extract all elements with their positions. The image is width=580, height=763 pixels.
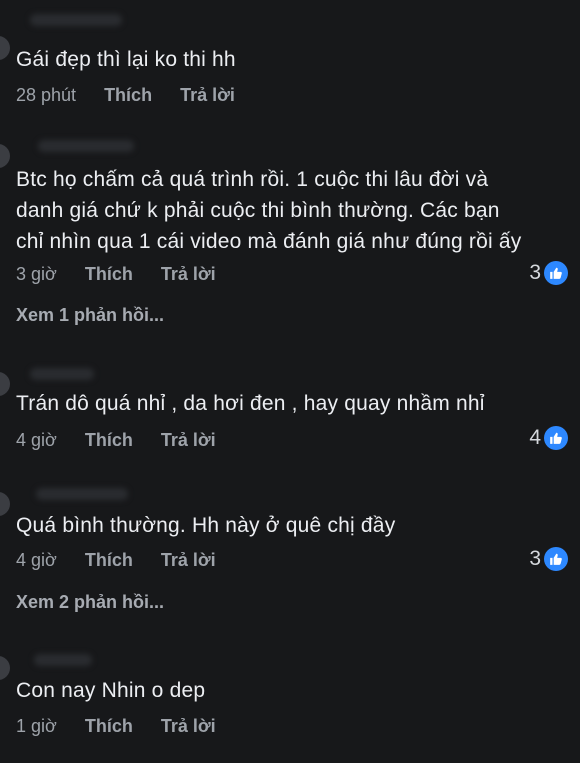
reaction-count: 3 <box>529 547 541 570</box>
commenter-name[interactable] <box>30 368 94 380</box>
thumbs-up-icon <box>544 261 568 285</box>
comment-text: Gái đẹp thì lại ko thi hh <box>16 48 236 71</box>
reply-button[interactable]: Trả lời <box>161 264 216 285</box>
reaction-count: 3 <box>529 261 541 284</box>
comment-meta: 28 phút Thích Trả lời <box>16 83 235 107</box>
comment-text: Trán dô quá nhỉ , da hơi đen , hay quay … <box>16 392 485 415</box>
comment-time[interactable]: 4 giờ <box>16 550 57 571</box>
reaction-count: 4 <box>529 426 541 449</box>
comment-text-line: Btc họ chấm cả quá trình rồi. 1 cuộc thi… <box>16 168 489 191</box>
thumbs-up-icon <box>544 547 568 571</box>
comment-meta: 4 giờ Thích Trả lời <box>16 428 216 452</box>
like-button[interactable]: Thích <box>85 550 133 571</box>
like-button[interactable]: Thích <box>85 716 133 737</box>
comment-time[interactable]: 1 giờ <box>16 716 57 737</box>
avatar[interactable] <box>0 492 10 516</box>
reaction-summary[interactable]: 4 <box>529 425 568 451</box>
comment-text-line: danh giá chứ k phải cuộc thi bình thường… <box>16 199 500 222</box>
like-button[interactable]: Thích <box>104 85 152 106</box>
like-button[interactable]: Thích <box>85 430 133 451</box>
comment-time[interactable]: 3 giờ <box>16 264 57 285</box>
view-replies-link[interactable]: Xem 2 phản hồi... <box>16 592 164 613</box>
reaction-summary[interactable]: 3 <box>529 546 568 572</box>
comment-text-line: chỉ nhìn qua 1 cái video mà đánh giá như… <box>16 230 522 253</box>
comment-time[interactable]: 4 giờ <box>16 430 57 451</box>
thumbs-up-icon <box>544 426 568 450</box>
commenter-name[interactable] <box>34 654 92 666</box>
avatar[interactable] <box>0 36 10 60</box>
reaction-summary[interactable]: 3 <box>529 260 568 286</box>
like-button[interactable]: Thích <box>85 264 133 285</box>
commenter-name[interactable] <box>36 488 128 500</box>
comment-text: Con nay Nhin o dep <box>16 679 206 702</box>
view-replies-link[interactable]: Xem 1 phản hồi... <box>16 305 164 326</box>
comment-meta: 1 giờ Thích Trả lời <box>16 714 216 738</box>
comment-text: Quá bình thường. Hh này ở quê chị đầy <box>16 514 396 537</box>
reply-button[interactable]: Trả lời <box>180 85 235 106</box>
comment-time[interactable]: 28 phút <box>16 85 76 106</box>
comment-meta: 3 giờ Thích Trả lời <box>16 262 216 286</box>
commenter-name[interactable] <box>38 140 134 152</box>
avatar[interactable] <box>0 372 10 396</box>
reply-button[interactable]: Trả lời <box>161 550 216 571</box>
avatar[interactable] <box>0 144 10 168</box>
avatar[interactable] <box>0 656 10 680</box>
comment-text: Btc họ chấm cả quá trình rồi. 1 cuộc thi… <box>16 164 521 257</box>
comment-meta: 4 giờ Thích Trả lời <box>16 548 216 572</box>
reply-button[interactable]: Trả lời <box>161 716 216 737</box>
reply-button[interactable]: Trả lời <box>161 430 216 451</box>
commenter-name[interactable] <box>30 14 122 26</box>
